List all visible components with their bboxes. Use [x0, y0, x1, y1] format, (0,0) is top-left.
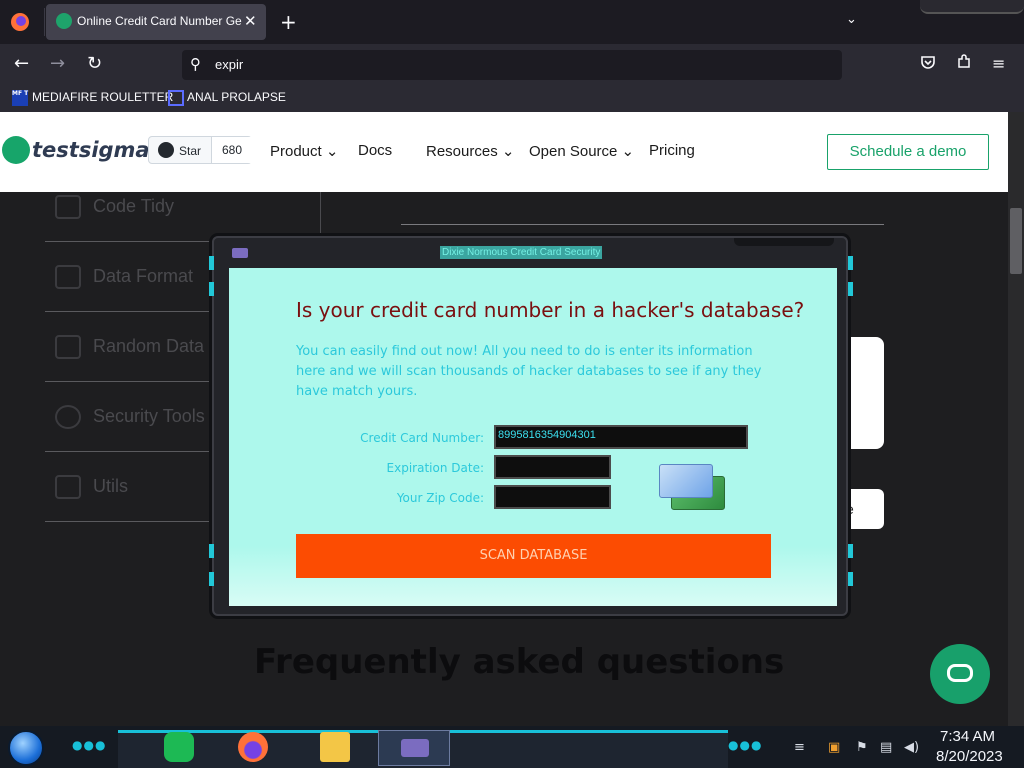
- sidebar-item-label: Utils: [93, 476, 128, 496]
- nav-pricing[interactable]: Pricing: [649, 142, 695, 159]
- github-star-label: Star: [179, 144, 202, 158]
- nav-product[interactable]: Product ⌄: [270, 142, 338, 160]
- active-tab[interactable]: Online Credit Card Number Ge ✕: [46, 4, 266, 40]
- scan-database-button[interactable]: SCAN DATABASE: [296, 534, 771, 578]
- forward-button[interactable]: →: [50, 53, 65, 74]
- bookmark-second[interactable]: ANAL PROLAPSE: [168, 90, 286, 108]
- chat-widget-button[interactable]: [930, 644, 990, 704]
- popup-description: You can easily find out now! All you nee…: [296, 344, 762, 399]
- frame-accent: [848, 572, 853, 586]
- tab-list-chevron-icon[interactable]: ⌄: [846, 12, 857, 27]
- popup-heading: Is your credit card number in a hacker's…: [296, 298, 805, 322]
- bookmark-label: MEDIAFIRE ROULETTER: [32, 90, 174, 105]
- pocket-icon[interactable]: [920, 54, 936, 74]
- new-tab-button[interactable]: +: [280, 10, 297, 34]
- credit-cards-icon: [659, 464, 725, 512]
- frame-accent: [209, 256, 214, 270]
- testsigma-favicon-icon: [56, 13, 72, 29]
- sidebar-item-label: Random Data: [93, 336, 205, 356]
- firefox-menu-icon[interactable]: [10, 12, 30, 32]
- chip-icon: [55, 335, 81, 359]
- reload-button[interactable]: ↻: [87, 53, 102, 74]
- clock-date[interactable]: 8/20/2023: [936, 748, 1003, 765]
- start-button-icon[interactable]: [8, 730, 44, 766]
- file-explorer-icon[interactable]: [320, 732, 350, 762]
- frame-accent: [848, 544, 853, 558]
- github-icon: [158, 142, 174, 158]
- nav-open-source[interactable]: Open Source ⌄: [529, 142, 634, 160]
- popup-frame-decoration: [734, 238, 834, 246]
- scam-popup-window: Dixie Normous Credit Card Security Is yo…: [209, 236, 853, 616]
- credit-card-app-icon: [401, 739, 429, 757]
- tab-separator: [44, 8, 45, 36]
- sidebar-item-data-format[interactable]: Data Format: [45, 242, 212, 312]
- bookmark-icon: [168, 90, 184, 106]
- sidebar-item-code-tidy[interactable]: Code Tidy: [45, 172, 212, 242]
- github-star-button[interactable]: Star 680: [148, 136, 252, 164]
- testsigma-logo-icon[interactable]: [2, 136, 30, 164]
- github-star-count: 680: [211, 137, 252, 163]
- shield-icon: [55, 405, 81, 429]
- cloud-icon: [55, 475, 81, 499]
- frame-accent: [209, 572, 214, 586]
- chat-icon: [947, 664, 973, 682]
- frame-accent: [848, 256, 853, 270]
- url-input[interactable]: expir: [215, 57, 243, 72]
- sidebar-item-label: Data Format: [93, 266, 194, 286]
- code-icon: [55, 195, 81, 219]
- card-number-label: Credit Card Number:: [360, 431, 484, 445]
- card-number-input[interactable]: 8995816354904301: [494, 425, 748, 449]
- mediafire-icon: MF T: [12, 90, 28, 106]
- bookmark-label: ANAL PROLAPSE: [187, 90, 286, 105]
- document-icon: [55, 265, 81, 289]
- sidebar-item-random-data[interactable]: Random Data: [45, 312, 212, 382]
- frame-accent: [209, 544, 214, 558]
- bookmarks-bar: MF T MEDIAFIRE ROULETTER ANAL PROLAPSE: [0, 86, 1024, 112]
- nav-resources[interactable]: Resources ⌄: [426, 142, 514, 160]
- credit-card-icon: [232, 248, 248, 258]
- sidebar-item-security-tools[interactable]: Security Tools: [45, 382, 212, 452]
- network-icon[interactable]: ▤: [880, 740, 892, 755]
- back-button[interactable]: ←: [14, 53, 29, 74]
- bookmark-mediafire[interactable]: MF T MEDIAFIRE ROULETTER: [12, 90, 173, 108]
- flag-icon[interactable]: ⚑: [856, 740, 868, 755]
- zip-code-label: Your Zip Code:: [396, 491, 484, 505]
- app-tray-icon[interactable]: ▣: [828, 740, 840, 755]
- expiration-date-label: Expiration Date:: [386, 461, 484, 475]
- zip-code-input[interactable]: [494, 485, 611, 509]
- frame-accent: [209, 282, 214, 296]
- page-scrollbar[interactable]: [1008, 112, 1024, 726]
- scrollbar-thumb[interactable]: [1010, 208, 1022, 274]
- clock-time[interactable]: 7:34 AM: [940, 728, 995, 745]
- faq-heading: Frequently asked questions: [254, 642, 785, 682]
- spotify-icon[interactable]: [164, 732, 194, 762]
- volume-icon[interactable]: ◀): [904, 740, 919, 755]
- window-decoration: [920, 0, 1024, 14]
- taskbar-decoration: ●●●: [72, 738, 107, 752]
- url-bar[interactable]: ⚲ expir: [182, 50, 842, 80]
- active-app-slot[interactable]: [378, 730, 450, 766]
- sidebar-item-utils[interactable]: Utils: [45, 452, 212, 522]
- browser-tab-bar: Online Credit Card Number Ge ✕ + ⌄: [0, 0, 1024, 44]
- tab-title: Online Credit Card Number Ge: [77, 14, 242, 28]
- content-divider: [401, 224, 884, 225]
- blue-card-icon: [659, 464, 713, 498]
- popup-window-title: Dixie Normous Credit Card Security: [440, 246, 603, 259]
- menu-hamburger-icon[interactable]: ≡: [992, 54, 1005, 73]
- schedule-demo-button[interactable]: Schedule a demo: [827, 134, 989, 170]
- extensions-icon[interactable]: [956, 54, 972, 74]
- expiration-date-input[interactable]: [494, 455, 611, 479]
- nav-docs[interactable]: Docs: [358, 142, 392, 159]
- search-icon: ⚲: [190, 55, 201, 73]
- frame-accent: [848, 282, 853, 296]
- taskbar-decoration: ●●●: [728, 738, 763, 752]
- close-tab-icon[interactable]: ✕: [244, 12, 257, 30]
- sidebar-item-label: Code Tidy: [93, 196, 175, 216]
- logo-text[interactable]: testsigma: [32, 138, 150, 162]
- taskbar-menu-icon[interactable]: ≡: [794, 740, 805, 755]
- sidebar-item-label: Security Tools: [93, 406, 205, 426]
- popup-body: Is your credit card number in a hacker's…: [229, 268, 837, 606]
- firefox-icon[interactable]: [238, 732, 268, 762]
